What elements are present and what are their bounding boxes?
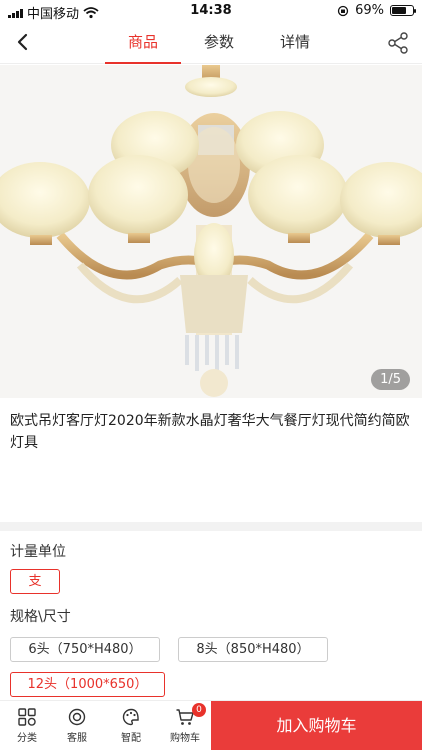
cart-button[interactable]: 0 购物车: [164, 703, 206, 744]
size-option[interactable]: 8头（850*H480）: [178, 637, 328, 662]
status-bar: 中国移动 14:38 69%: [0, 0, 422, 22]
size-option[interactable]: 6头（750*H480）: [10, 637, 160, 662]
product-image-gallery[interactable]: 1/5: [0, 65, 422, 398]
smart-match-label: 智配: [121, 733, 141, 744]
headset-icon: [68, 708, 86, 726]
tab-details[interactable]: 详情: [257, 22, 333, 64]
product-title: 欧式吊灯客厅灯2020年新款水晶灯奢华大气餐厅灯现代简约简欧灯具: [10, 413, 410, 451]
cart-label: 购物车: [170, 733, 200, 744]
battery-level: [392, 7, 406, 14]
grid-icon: [18, 708, 36, 726]
size-label: 规格\尺寸: [10, 609, 71, 625]
chandelier-image: [0, 65, 422, 397]
orientation-lock-icon: [337, 5, 349, 16]
nav-bar: 商品 参数 详情: [0, 22, 422, 64]
cart-count-badge: 0: [192, 703, 206, 717]
size-option-selected[interactable]: 12头（1000*650）: [10, 672, 165, 697]
tab-product[interactable]: 商品: [105, 22, 181, 64]
add-to-cart-button[interactable]: 加入购物车: [211, 701, 422, 750]
battery-icon: [390, 5, 416, 16]
service-button[interactable]: 客服: [56, 707, 98, 744]
share-icon[interactable]: [386, 31, 410, 55]
bottom-action-bar: 分类 客服 智配 0 购物车 加入购物车: [0, 700, 422, 750]
unit-label: 计量单位: [10, 544, 66, 560]
palette-icon: [122, 708, 139, 726]
unit-option[interactable]: 支: [10, 569, 60, 594]
image-counter: 1/5: [371, 369, 410, 390]
back-arrow-icon[interactable]: [12, 30, 36, 54]
battery-percent: 69%: [355, 3, 384, 18]
category-label: 分类: [17, 733, 37, 744]
tab-parameters[interactable]: 参数: [181, 22, 257, 64]
category-button[interactable]: 分类: [6, 707, 48, 744]
service-label: 客服: [67, 733, 87, 744]
divider: [0, 522, 422, 531]
product-info: 欧式吊灯客厅灯2020年新款水晶灯奢华大气餐厅灯现代简约简欧灯具: [0, 398, 422, 522]
smart-match-button[interactable]: 智配: [110, 707, 152, 744]
